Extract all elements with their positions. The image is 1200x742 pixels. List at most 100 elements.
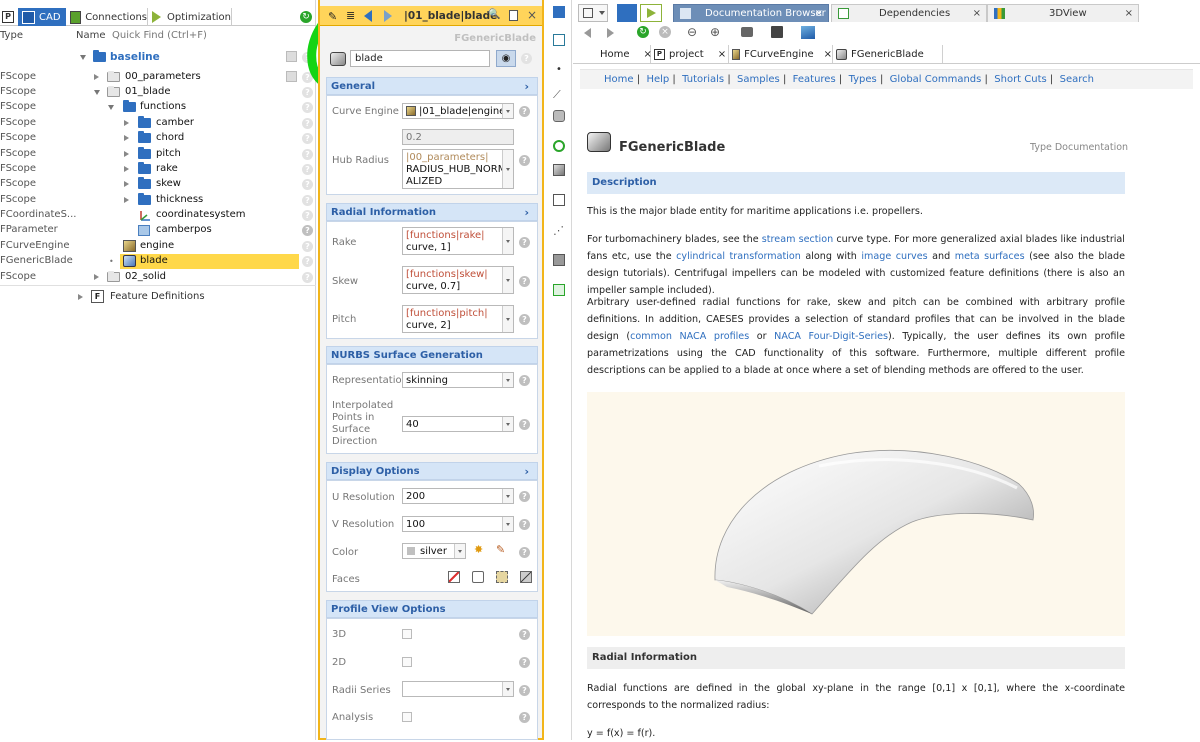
tree-row[interactable]: FScope 01_blade ?: [0, 85, 316, 100]
expand-arrow-icon[interactable]: [124, 120, 129, 126]
dropdown-arrow-icon[interactable]: [502, 682, 513, 696]
blue-folder-icon[interactable]: [553, 6, 565, 18]
pin-icon[interactable]: ✎: [328, 10, 337, 23]
2d-checkbox[interactable]: [402, 657, 412, 667]
section-radial-information[interactable]: Radial Information ›: [326, 203, 538, 221]
help-icon[interactable]: ?: [519, 685, 530, 696]
section-general[interactable]: General ›: [326, 77, 538, 95]
section-display-options[interactable]: Display Options ›: [326, 462, 538, 480]
box-icon[interactable]: [553, 254, 565, 266]
dotted-line-icon[interactable]: ⋰: [553, 224, 565, 237]
help-icon[interactable]: ?: [302, 272, 313, 283]
object-name-input[interactable]: blade: [350, 50, 490, 67]
dropdown-arrow-icon[interactable]: [502, 306, 513, 332]
caeses-logo-icon[interactable]: [801, 26, 815, 39]
help-icon[interactable]: ?: [519, 519, 530, 530]
analysis-checkbox[interactable]: [402, 712, 412, 722]
tree-row[interactable]: FScope 02_solid ?: [0, 270, 316, 285]
forward-arrow-icon[interactable]: [384, 10, 392, 22]
expand-arrow-icon[interactable]: [124, 197, 129, 203]
dropdown-arrow-icon[interactable]: [502, 373, 513, 387]
v-resolution-input[interactable]: 100: [402, 516, 514, 532]
tree-row[interactable]: FScope skew ?: [0, 177, 316, 192]
expand-arrow-icon[interactable]: [124, 166, 129, 172]
help-icon[interactable]: ?: [302, 225, 313, 236]
reload-icon[interactable]: ↻: [637, 26, 649, 38]
expand-arrow-icon[interactable]: [124, 151, 129, 157]
hub-radius-expression[interactable]: |00_parameters| RADIUS_HUB_NORM ALIZED: [402, 149, 514, 189]
dropdown-arrow-icon[interactable]: [502, 517, 513, 531]
rake-expression[interactable]: [functions|rake| curve, 1]: [402, 227, 514, 255]
radii-series-select[interactable]: [402, 681, 514, 697]
help-icon[interactable]: ?: [519, 276, 530, 287]
dropdown-arrow-icon[interactable]: [502, 267, 513, 293]
dropdown-arrow-icon[interactable]: [502, 150, 513, 188]
help-icon[interactable]: ?: [302, 179, 313, 190]
close-icon[interactable]: ×: [815, 8, 823, 19]
back-icon[interactable]: [584, 28, 591, 38]
project-icon[interactable]: P: [0, 8, 18, 26]
quick-find-input[interactable]: Quick Find (Ctrl+F): [112, 30, 207, 41]
folder-tab-icon[interactable]: [617, 4, 637, 22]
tab-cad[interactable]: CAD: [18, 8, 66, 26]
expand-arrow-icon[interactable]: [78, 294, 83, 300]
grid-menu-icon[interactable]: [578, 4, 608, 22]
tree-row[interactable]: FCoordinateS... coordinatesystem ?: [0, 208, 316, 223]
help-icon[interactable]: ?: [521, 53, 532, 64]
nav-help[interactable]: Help: [646, 74, 669, 85]
link-common-naca-profiles[interactable]: common NACA profiles: [630, 331, 749, 342]
expand-arrow-icon[interactable]: [124, 135, 129, 141]
tree-row[interactable]: FScope rake ?: [0, 162, 316, 177]
help-icon[interactable]: ?: [519, 237, 530, 248]
help-icon[interactable]: ?: [302, 241, 313, 252]
doc-tab-fgenericblade[interactable]: FGenericBlade: [833, 45, 943, 63]
dropdown-arrow-icon[interactable]: [454, 544, 465, 558]
tree-row[interactable]: FParameter camberpos ?: [0, 223, 316, 238]
nav-types[interactable]: Types: [849, 74, 877, 85]
close-icon[interactable]: ×: [527, 8, 537, 22]
help-icon[interactable]: ?: [302, 149, 313, 160]
pitch-expression[interactable]: [functions|pitch| curve, 2]: [402, 305, 514, 333]
section-nurbs-surface-generation[interactable]: NURBS Surface Generation: [326, 346, 538, 364]
chevron-right-icon[interactable]: ›: [524, 465, 529, 478]
transform-icon[interactable]: [553, 194, 565, 206]
zoom-out-icon[interactable]: ⊖: [687, 25, 697, 39]
faces-shaded-icon[interactable]: [520, 571, 532, 583]
expand-arrow-icon[interactable]: [124, 181, 129, 187]
expand-arrow-icon[interactable]: [94, 90, 100, 95]
menu-icon[interactable]: ≣: [346, 9, 355, 22]
link-naca-four-digit-series[interactable]: NACA Four-Digit-Series: [774, 331, 888, 342]
green-frame-icon[interactable]: [553, 284, 565, 296]
search-icon[interactable]: 🔍: [488, 9, 500, 20]
help-icon[interactable]: ?: [519, 712, 530, 723]
tree-row[interactable]: FCurveEngine engine ?: [0, 239, 316, 254]
help-icon[interactable]: ?: [302, 256, 313, 267]
tab-optimization[interactable]: Optimization: [148, 8, 232, 26]
tree-root-baseline[interactable]: baseline ?: [0, 50, 316, 65]
help-icon[interactable]: ?: [302, 164, 313, 175]
tree-row[interactable]: FScope 00_parameters ?: [0, 70, 316, 85]
help-icon[interactable]: ?: [519, 314, 530, 325]
surface-icon[interactable]: [553, 110, 565, 122]
link-meta-surfaces[interactable]: meta surfaces: [955, 251, 1025, 262]
solid-icon[interactable]: [553, 164, 565, 176]
dropdown-arrow-icon[interactable]: [502, 228, 513, 254]
faces-outline-icon[interactable]: [472, 571, 484, 583]
help-icon[interactable]: ?: [302, 195, 313, 206]
u-resolution-input[interactable]: 200: [402, 488, 514, 504]
close-icon[interactable]: ×: [1125, 8, 1133, 19]
3d-checkbox[interactable]: [402, 629, 412, 639]
help-icon[interactable]: ?: [519, 491, 530, 502]
interpolated-points-input[interactable]: 40: [402, 416, 514, 432]
chevron-right-icon[interactable]: ›: [524, 80, 529, 93]
tree-row[interactable]: FScope pitch ?: [0, 147, 316, 162]
help-icon[interactable]: ?: [519, 657, 530, 668]
help-icon[interactable]: ?: [302, 102, 313, 113]
point-icon[interactable]: •: [553, 64, 565, 76]
scope-toggle-icon[interactable]: [286, 71, 297, 82]
dropdown-arrow-icon[interactable]: [502, 417, 513, 431]
help-icon[interactable]: ?: [519, 547, 530, 558]
help-icon[interactable]: ?: [302, 118, 313, 129]
feature-definitions-row[interactable]: F Feature Definitions: [0, 290, 316, 305]
representation-select[interactable]: skinning: [402, 372, 514, 388]
